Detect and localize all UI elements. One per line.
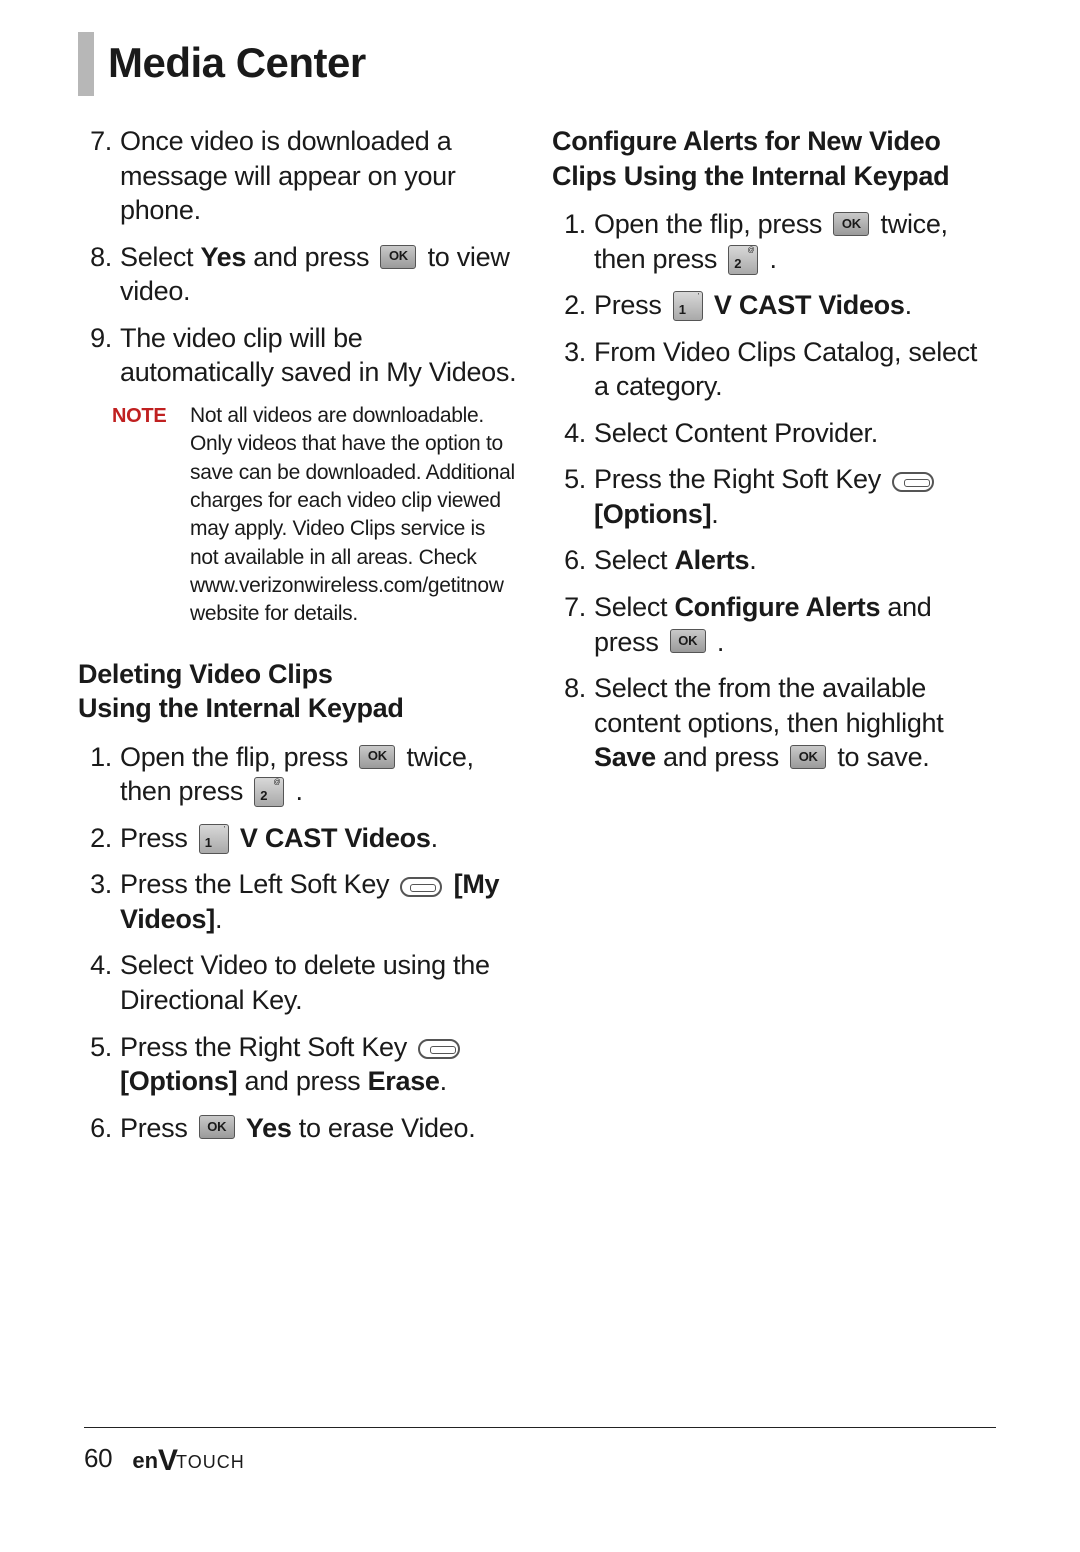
list-number: 5.	[78, 1030, 112, 1065]
list-body: Once video is downloaded a message will …	[112, 124, 518, 228]
subhead-deleting: Deleting Video ClipsUsing the Internal K…	[78, 657, 518, 726]
list-item: 9.The video clip will be automatically s…	[78, 321, 518, 390]
list-item: 2.Press 1' V CAST Videos.	[552, 288, 992, 323]
left-soft-key-icon	[400, 877, 442, 897]
title-accent-bar	[78, 32, 94, 96]
list-number: 4.	[552, 416, 586, 451]
num2-icon: 2@	[728, 245, 758, 275]
list-body: Select the from the available content op…	[586, 671, 992, 775]
list-body: Select Video to delete using the Directi…	[112, 948, 518, 1017]
ok-icon: OK	[380, 245, 416, 269]
list-body: Press 1' V CAST Videos.	[112, 821, 518, 856]
bold-text: Alerts	[674, 545, 749, 575]
list-a: 7.Once video is downloaded a message wil…	[78, 124, 518, 390]
ok-icon: OK	[199, 1115, 235, 1139]
right-soft-key-icon	[418, 1039, 460, 1059]
list-item: 4.Select Video to delete using the Direc…	[78, 948, 518, 1017]
bold-text: Erase	[368, 1066, 440, 1096]
list-number: 5.	[552, 462, 586, 497]
column-right: Configure Alerts for New Video Clips Usi…	[552, 124, 992, 1157]
list-body: Select Configure Alerts and press OK .	[586, 590, 992, 659]
list-number: 7.	[552, 590, 586, 625]
list-number: 8.	[552, 671, 586, 706]
ok-icon: OK	[359, 745, 395, 769]
note-block: NOTE Not all videos are downloadable. On…	[78, 402, 518, 629]
list-number: 9.	[78, 321, 112, 356]
bold-text: [Options]	[594, 499, 711, 529]
list-number: 6.	[552, 543, 586, 578]
page-number: 60	[84, 1442, 112, 1475]
num1-icon: 1'	[673, 291, 703, 321]
list-number: 2.	[78, 821, 112, 856]
list-number: 2.	[552, 288, 586, 323]
list-number: 8.	[78, 240, 112, 275]
note-label: NOTE	[112, 402, 182, 430]
list-item: 7.Select Configure Alerts and press OK .	[552, 590, 992, 659]
list-item: 1.Open the flip, press OK twice, then pr…	[552, 207, 992, 276]
list-number: 3.	[78, 867, 112, 902]
list-item: 6.Select Alerts.	[552, 543, 992, 578]
bold-text: V CAST Videos	[714, 290, 905, 320]
num1-icon: 1'	[199, 824, 229, 854]
list-body: Open the flip, press OK twice, then pres…	[112, 740, 518, 809]
list-c: 1.Open the flip, press OK twice, then pr…	[552, 207, 992, 775]
bold-text: [Options]	[120, 1066, 237, 1096]
note-body: Not all videos are downloadable. Only vi…	[182, 402, 518, 629]
ok-icon: OK	[670, 629, 706, 653]
list-body: The video clip will be automatically sav…	[112, 321, 518, 390]
column-left: 7.Once video is downloaded a message wil…	[78, 124, 518, 1157]
num2-icon: 2@	[254, 777, 284, 807]
list-item: 8.Select the from the available content …	[552, 671, 992, 775]
list-number: 1.	[78, 740, 112, 775]
list-number: 4.	[78, 948, 112, 983]
list-body: Press the Right Soft Key [Options] and p…	[112, 1030, 518, 1099]
list-item: 7.Once video is downloaded a message wil…	[78, 124, 518, 228]
list-number: 6.	[78, 1111, 112, 1146]
list-number: 7.	[78, 124, 112, 159]
page-title: Media Center	[108, 36, 366, 90]
list-b: 1.Open the flip, press OK twice, then pr…	[78, 740, 518, 1145]
list-body: Press OK Yes to erase Video.	[112, 1111, 518, 1146]
bold-text: Yes	[246, 1113, 292, 1143]
page-title-wrap: Media Center	[78, 36, 996, 96]
list-number: 1.	[552, 207, 586, 242]
list-item: 5.Press the Right Soft Key [Options].	[552, 462, 992, 531]
ok-icon: OK	[833, 212, 869, 236]
list-body: From Video Clips Catalog, select a categ…	[586, 335, 992, 404]
list-body: Select Yes and press OK to view video.	[112, 240, 518, 309]
list-item: 8.Select Yes and press OK to view video.	[78, 240, 518, 309]
list-body: Press the Right Soft Key [Options].	[586, 462, 992, 531]
list-item: 3.From Video Clips Catalog, select a cat…	[552, 335, 992, 404]
list-item: 3.Press the Left Soft Key [My Videos].	[78, 867, 518, 936]
ok-icon: OK	[790, 745, 826, 769]
list-item: 2.Press 1' V CAST Videos.	[78, 821, 518, 856]
right-soft-key-icon	[892, 472, 934, 492]
bold-text: Configure Alerts	[674, 592, 880, 622]
footer: 60 enVTOUCH	[84, 1440, 245, 1478]
footer-rule	[84, 1427, 996, 1428]
brand-logo: enVTOUCH	[132, 1440, 244, 1478]
subhead-configure: Configure Alerts for New Video Clips Usi…	[552, 124, 992, 193]
list-item: 1.Open the flip, press OK twice, then pr…	[78, 740, 518, 809]
list-number: 3.	[552, 335, 586, 370]
bold-text: Save	[594, 742, 656, 772]
list-item: 4.Select Content Provider.	[552, 416, 992, 451]
list-body: Press 1' V CAST Videos.	[586, 288, 992, 323]
list-body: Select Alerts.	[586, 543, 992, 578]
list-item: 6.Press OK Yes to erase Video.	[78, 1111, 518, 1146]
list-item: 5.Press the Right Soft Key [Options] and…	[78, 1030, 518, 1099]
bold-text: V CAST Videos	[240, 823, 431, 853]
bold-text: [My Videos]	[120, 869, 499, 934]
list-body: Open the flip, press OK twice, then pres…	[586, 207, 992, 276]
bold-text: Yes	[200, 242, 246, 272]
list-body: Press the Left Soft Key [My Videos].	[112, 867, 518, 936]
list-body: Select Content Provider.	[586, 416, 992, 451]
